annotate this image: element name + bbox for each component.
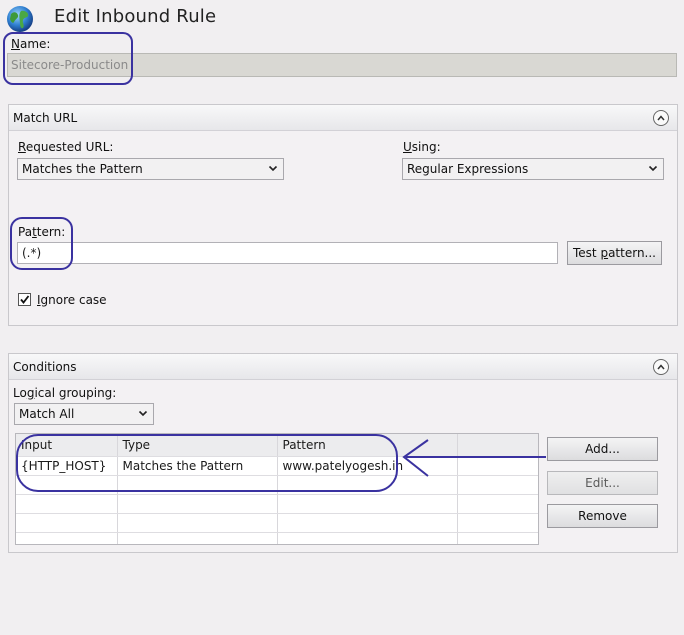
table-row-empty bbox=[16, 532, 538, 544]
ignore-case-label: Ignore case bbox=[37, 293, 107, 307]
logical-grouping-select[interactable]: Match All bbox=[14, 403, 154, 425]
name-highlight bbox=[3, 32, 133, 85]
using-select[interactable]: Regular Expressions bbox=[402, 158, 664, 180]
remove-button[interactable]: Remove bbox=[547, 504, 658, 528]
pattern-highlight bbox=[10, 217, 73, 270]
table-row-empty bbox=[16, 513, 538, 533]
ignore-case-checkbox[interactable] bbox=[18, 293, 31, 306]
arrow-icon bbox=[402, 439, 546, 477]
edit-button[interactable]: Edit... bbox=[547, 471, 658, 495]
collapse-icon[interactable] bbox=[653, 359, 669, 375]
match-url-header: Match URL bbox=[9, 105, 677, 131]
conditions-header: Conditions bbox=[9, 354, 677, 380]
pattern-input[interactable]: (.*) bbox=[17, 242, 558, 264]
match-url-section: Match URL bbox=[8, 104, 678, 326]
requested-url-select[interactable]: Matches the Pattern bbox=[17, 158, 284, 180]
collapse-icon[interactable] bbox=[653, 110, 669, 126]
checkmark-icon bbox=[20, 295, 30, 304]
globe-icon bbox=[6, 5, 34, 33]
add-button[interactable]: Add... bbox=[547, 437, 658, 461]
page-title: Edit Inbound Rule bbox=[54, 6, 217, 27]
using-label: Using: bbox=[403, 140, 441, 154]
conditions-title: Conditions bbox=[13, 360, 77, 374]
chevron-down-icon bbox=[648, 165, 658, 172]
condition-row-highlight bbox=[16, 434, 398, 492]
requested-url-label: Requested URL: bbox=[18, 140, 114, 154]
chevron-down-icon bbox=[268, 165, 278, 172]
logical-grouping-label: Logical grouping: bbox=[13, 386, 117, 400]
test-pattern-button[interactable]: Test pattern... bbox=[567, 241, 662, 265]
chevron-down-icon bbox=[138, 410, 148, 417]
table-row-empty bbox=[16, 494, 538, 514]
match-url-title: Match URL bbox=[13, 111, 78, 125]
